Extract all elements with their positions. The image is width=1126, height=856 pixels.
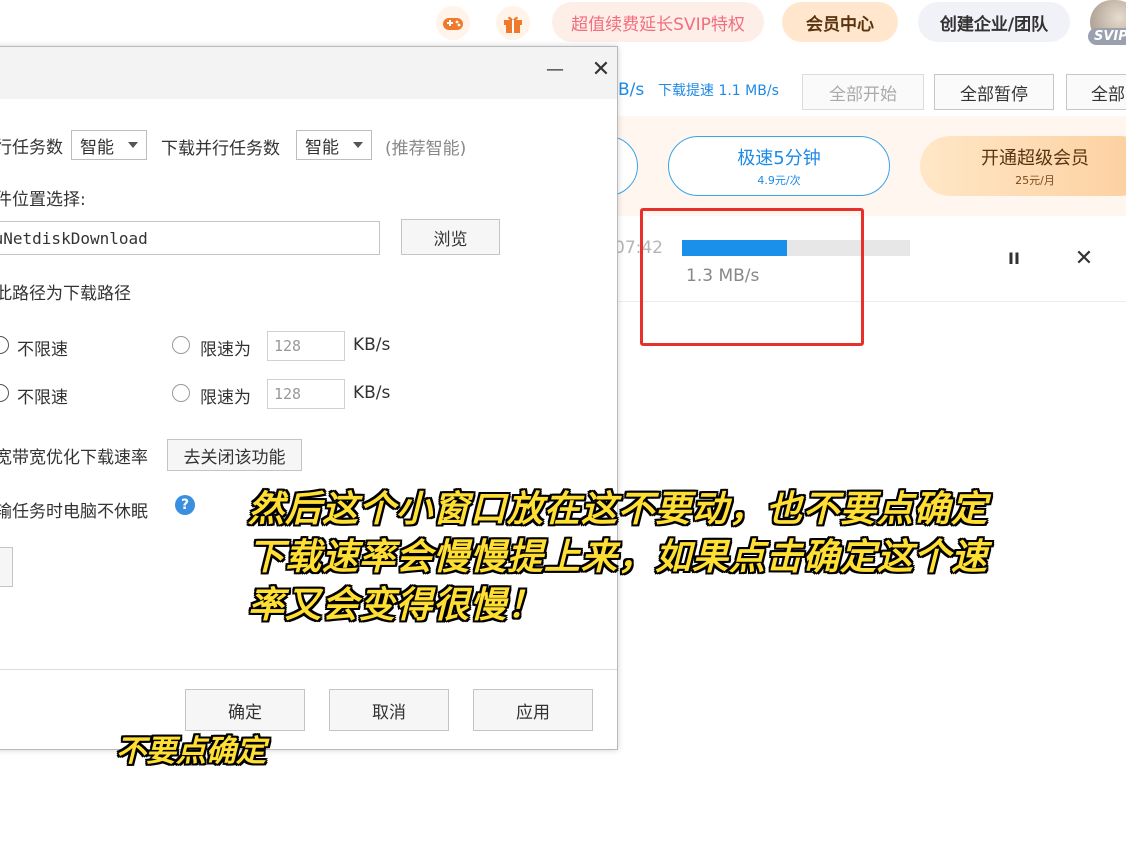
upload-unit-label: KB/s — [353, 335, 391, 355]
speed-boost-price: 4.9元/次 — [757, 174, 801, 187]
settings-dialog: — ✕ 行任务数 智能 下载并行任务数 智能 (推荐智能) 件位置选择: duN… — [0, 46, 618, 750]
member-center-button[interactable]: 会员中心 — [782, 2, 898, 42]
download-speed-label: 下载提速 1.1 MB/s — [658, 83, 779, 99]
pause-icon[interactable]: II — [1000, 244, 1028, 272]
upload-unlimited-radio[interactable] — [0, 336, 9, 354]
all-action-button[interactable]: 全部 — [1066, 74, 1126, 110]
caption-line-3: 率又会变得很慢！ — [248, 585, 545, 626]
caption-line-2: 下载速率会慢慢提上来，如果点击确定这个速 — [248, 537, 989, 578]
no-sleep-label[interactable]: 输任务时电脑不休眠 — [0, 497, 148, 522]
caption-do-not-confirm: 不要点确定 — [116, 734, 266, 769]
create-team-button[interactable]: 创建企业/团队 — [918, 2, 1070, 42]
pause-all-button[interactable]: 全部暂停 — [934, 74, 1054, 110]
download-unlimited-label: 不限速 — [17, 388, 68, 408]
recommend-hint: (推荐智能) — [385, 139, 467, 159]
upload-parallel-select[interactable]: 智能 — [71, 130, 147, 160]
close-icon[interactable]: ✕ — [1070, 244, 1098, 272]
minimize-icon[interactable]: — — [537, 51, 573, 87]
svip-badge: SVIP — [1088, 28, 1126, 45]
disable-feature-button[interactable]: 去关闭该功能 — [167, 439, 302, 471]
upload-parallel-value: 智能 — [80, 137, 114, 158]
bandwidth-optimize-label: 宽带宽优化下载速率 — [0, 448, 148, 468]
dialog-close-icon[interactable]: ✕ — [583, 51, 619, 87]
download-unlimited-radio[interactable] — [0, 384, 9, 402]
chevron-down-icon — [353, 142, 363, 148]
browse-button[interactable]: 浏览 — [401, 219, 500, 255]
gift-icon[interactable] — [496, 6, 530, 40]
super-member-title: 开通超级会员 — [981, 148, 1089, 169]
super-member-price: 25元/月 — [1015, 174, 1055, 187]
download-limit-label: 限速为 — [200, 388, 251, 408]
download-parallel-value: 智能 — [305, 137, 339, 158]
upload-limit-input[interactable]: 128 — [267, 331, 345, 361]
download-path-input[interactable]: duNetdiskDownload — [0, 221, 380, 255]
download-limit-input[interactable]: 128 — [267, 379, 345, 409]
download-limit-radio[interactable] — [172, 384, 190, 402]
apply-button[interactable]: 应用 — [473, 689, 593, 731]
tutorial-caption: 然后这个小窗口放在这不要动，也不要点确定 下载速率会慢慢提上来，如果点击确定这个… — [248, 486, 988, 630]
download-location-label: 件位置选择: — [0, 190, 86, 210]
dialog-title-bar[interactable]: — ✕ — [0, 47, 617, 99]
upload-speed-label: B/s — [618, 80, 645, 100]
gamepad-icon[interactable] — [436, 6, 470, 40]
download-parallel-select[interactable]: 智能 — [296, 130, 372, 160]
speed-boost-title: 极速5分钟 — [737, 148, 821, 169]
partial-button[interactable] — [0, 547, 13, 587]
top-bar: 超值续费延长SVIP特权 会员中心 创建企业/团队 SVIP — [0, 0, 1126, 46]
upload-unlimited-label: 不限速 — [17, 340, 68, 360]
super-member-card[interactable]: 开通超级会员 25元/月 — [920, 136, 1126, 196]
caption-line-1: 然后这个小窗口放在这不要动，也不要点确定 — [248, 489, 989, 530]
upload-limit-label: 限速为 — [200, 340, 251, 360]
download-parallel-label: 下载并行任务数 — [161, 139, 280, 159]
cancel-button[interactable]: 取消 — [329, 689, 449, 731]
start-all-button[interactable]: 全部开始 — [802, 74, 924, 110]
download-unit-label: KB/s — [353, 383, 391, 403]
speed-highlight-box — [640, 208, 864, 346]
download-path-value: duNetdiskDownload — [0, 228, 148, 248]
ok-button[interactable]: 确定 — [185, 689, 305, 731]
upload-parallel-label: 行任务数 — [0, 138, 63, 158]
chevron-down-icon — [128, 142, 138, 148]
dialog-divider — [0, 669, 617, 670]
svip-renewal-promo-button[interactable]: 超值续费延长SVIP特权 — [552, 2, 764, 42]
default-path-label[interactable]: 此路径为下载路径 — [0, 279, 131, 304]
speed-boost-card[interactable]: 极速5分钟 4.9元/次 — [668, 136, 890, 196]
help-icon[interactable]: ? — [175, 495, 195, 515]
upload-limit-radio[interactable] — [172, 336, 190, 354]
